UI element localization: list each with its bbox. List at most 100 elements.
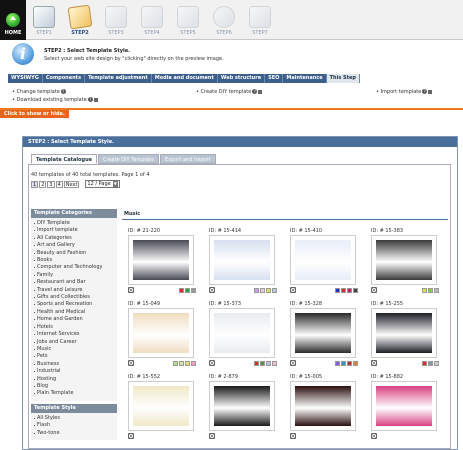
category-item[interactable]: Gifts and Collectibles [31,294,117,301]
help-icon[interactable]: ? [60,89,66,94]
menu-item-wysiwyg[interactable]: WYSIWYG [8,74,43,83]
help-icon[interactable]: ? [87,97,93,102]
zoom-icon[interactable] [128,287,134,293]
zoom-icon[interactable] [290,287,296,293]
template-preview[interactable] [209,235,275,285]
step-3[interactable]: STEP3 [98,0,134,39]
template-preview[interactable] [128,381,194,431]
color-swatch[interactable] [353,287,358,293]
import-template-link[interactable]: • Import template? [376,89,433,95]
color-swatch[interactable] [266,360,271,366]
template-card[interactable]: ID: # 15-552 [128,374,196,439]
next-page-button[interactable]: Next [63,180,80,188]
template-card[interactable]: ID: # 15-414 [209,228,277,293]
zoom-icon[interactable] [209,433,215,439]
category-item[interactable]: Health and Medical [31,309,117,316]
color-swatch[interactable] [272,360,277,366]
template-preview[interactable] [371,235,437,285]
color-swatch[interactable] [335,287,340,293]
color-swatch[interactable] [173,360,178,366]
window-icon[interactable] [428,89,433,94]
zoom-icon[interactable] [290,360,296,366]
template-card[interactable]: ID: # 15-049 [128,301,196,366]
category-item[interactable]: Home and Garden [31,316,117,323]
color-swatch[interactable] [335,360,340,366]
template-card[interactable]: ID: # 15-410 [290,228,358,293]
color-swatch[interactable] [254,360,259,366]
tab-create-diy-template[interactable]: Create DIY Template [98,154,160,164]
template-preview[interactable] [209,381,275,431]
show-hide-toggle[interactable]: Click to show or hide. [0,110,69,118]
category-item[interactable]: Import template [31,227,117,234]
home-button[interactable]: HOME [0,0,26,40]
template-preview[interactable] [290,308,356,358]
template-preview[interactable] [371,308,437,358]
template-card[interactable]: ID: # 2-879 [209,374,277,439]
window-icon[interactable] [258,89,263,94]
category-item[interactable]: Books [31,257,117,264]
style-item[interactable]: All Styles [31,415,117,422]
category-item[interactable]: All Categories [31,235,117,242]
category-item[interactable]: Music [31,346,117,353]
step-5[interactable]: STEP5 [170,0,206,39]
menu-item-components[interactable]: Components [43,74,86,83]
zoom-icon[interactable] [128,360,134,366]
template-preview[interactable] [371,381,437,431]
color-swatch[interactable] [341,360,346,366]
template-card[interactable]: ID: # 15-383 [371,228,439,293]
zoom-icon[interactable] [371,287,377,293]
color-swatch[interactable] [422,360,427,366]
category-item[interactable]: Plain Template [31,390,117,397]
template-card[interactable]: ID: # 15-373 [209,301,277,366]
color-swatch[interactable] [428,360,433,366]
tab-template-catalogue[interactable]: Template Catalogue [31,154,98,164]
color-swatch[interactable] [260,287,265,293]
category-item[interactable]: DIY Template [31,220,117,227]
category-item[interactable]: Restaurant and Bar [31,279,117,286]
create-diy-template-link[interactable]: • Create DIY template? [196,89,263,95]
category-item[interactable]: Sports and Recreation [31,301,117,308]
category-item[interactable]: Pets [31,353,117,360]
zoom-icon[interactable] [209,287,215,293]
step-7[interactable]: STEP7 [242,0,278,39]
category-item[interactable]: Blog [31,383,117,390]
color-swatch[interactable] [179,287,184,293]
page-1-button[interactable]: 1 [31,180,39,188]
template-card[interactable]: ID: # 15-255 [371,301,439,366]
category-item[interactable]: Industrial [31,368,117,375]
color-swatch[interactable] [347,287,352,293]
zoom-icon[interactable] [209,360,215,366]
category-item[interactable]: Art and Gallery [31,242,117,249]
color-swatch[interactable] [347,360,352,366]
menu-item-media-and-document[interactable]: Media and document [152,74,218,83]
template-preview[interactable] [128,308,194,358]
template-card[interactable]: ID: # 21-220 [128,228,196,293]
color-swatch[interactable] [260,360,265,366]
template-card[interactable]: ID: # 15-328 [290,301,358,366]
category-item[interactable]: Computer and Technology [31,264,117,271]
template-preview[interactable] [209,308,275,358]
category-item[interactable]: Hotels [31,324,117,331]
style-item[interactable]: Flash [31,422,117,429]
change-template-link[interactable]: • Change template? [12,89,66,95]
color-swatch[interactable] [434,360,439,366]
category-item[interactable]: Internet Services [31,331,117,338]
color-swatch[interactable] [254,287,259,293]
step-1[interactable]: STEP1 [26,0,62,39]
menu-item-maintenance[interactable]: Maintenance [283,74,327,83]
color-swatch[interactable] [428,287,433,293]
download-template-link[interactable]: • Download existing template? [12,97,98,103]
menu-item-this-step[interactable]: This Step [326,74,361,83]
color-swatch[interactable] [353,360,358,366]
color-swatch[interactable] [434,287,439,293]
menu-item-web-structure[interactable]: Web structure [218,74,266,83]
color-swatch[interactable] [191,287,196,293]
menu-item-template-adjustment[interactable]: Template adjustment [85,74,152,83]
help-icon[interactable]: ? [422,89,428,94]
step-4[interactable]: STEP4 [134,0,170,39]
category-item[interactable]: Hosting [31,376,117,383]
zoom-icon[interactable] [371,360,377,366]
step-6[interactable]: STEP6 [206,0,242,39]
category-item[interactable]: Beauty and Fashion [31,250,117,257]
page-2-button[interactable]: 2 [39,180,47,188]
